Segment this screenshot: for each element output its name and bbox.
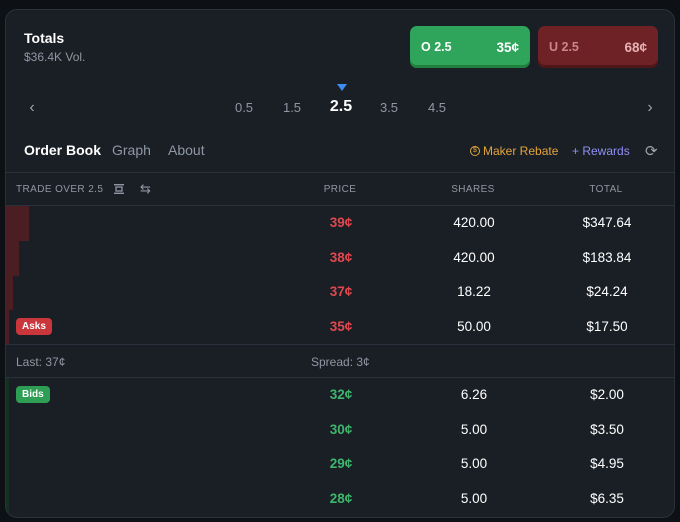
row-price: 35¢ — [329, 318, 353, 334]
asks-badge: Asks — [16, 317, 52, 335]
ask-row[interactable]: 37¢ 18.22 $24.24 — [6, 275, 674, 310]
under-label: U 2.5 — [549, 40, 579, 54]
depth-bar — [6, 240, 20, 276]
depth-bar — [6, 275, 13, 310]
depth-bar — [6, 412, 10, 448]
bid-row[interactable]: 28¢ 5.00 $6.35 — [6, 481, 674, 517]
row-price: 30¢ — [329, 421, 353, 437]
line-option[interactable]: 3.5 — [380, 100, 398, 115]
line-option[interactable]: 0.5 — [235, 100, 253, 115]
line-selector: ‹ 0.5 1.5 2.5 3.5 4.5 › — [6, 84, 674, 132]
refresh-icon[interactable]: ⟳ — [645, 142, 658, 160]
center-book-icon[interactable] — [112, 182, 126, 196]
row-shares: 18.22 — [457, 284, 491, 299]
row-total: $17.50 — [586, 318, 628, 334]
depth-bar — [6, 309, 10, 345]
market-header: Totals $36.4K Vol. O 2.5 35¢ U 2.5 68¢ — [6, 10, 674, 82]
ask-row[interactable]: 38¢ 420.00 $183.84 — [6, 240, 674, 276]
tab-graph[interactable]: Graph — [112, 142, 151, 158]
row-price: 29¢ — [329, 456, 353, 471]
ask-row[interactable]: 35¢ 50.00 $17.50 Asks — [6, 309, 674, 345]
market-title: Totals — [24, 30, 65, 46]
tab-bar: Order Book Graph About $ Maker Rebate + … — [6, 132, 674, 172]
row-total: $2.00 — [590, 387, 624, 402]
depth-bar — [6, 378, 10, 413]
row-price: 38¢ — [329, 249, 353, 265]
order-book-card: Totals $36.4K Vol. O 2.5 35¢ U 2.5 68¢ ‹… — [5, 9, 675, 518]
bid-row[interactable]: 29¢ 5.00 $4.95 — [6, 447, 674, 482]
row-total: $4.95 — [590, 456, 624, 471]
coin-icon: $ — [470, 146, 480, 156]
row-price: 37¢ — [329, 284, 353, 299]
swap-icon[interactable]: ⇆ — [140, 181, 151, 197]
price-column-header: PRICE — [323, 184, 357, 195]
row-shares: 420.00 — [453, 249, 495, 265]
chevron-right-icon[interactable]: › — [640, 98, 660, 118]
selected-line-caret-icon — [337, 84, 347, 91]
buy-over-button[interactable]: O 2.5 35¢ — [410, 26, 530, 68]
depth-bar — [6, 206, 30, 241]
chevron-left-icon[interactable]: ‹ — [22, 98, 42, 118]
total-column-header: TOTAL — [589, 184, 623, 195]
row-shares: 5.00 — [460, 456, 488, 471]
row-total: $347.64 — [582, 215, 632, 230]
line-option[interactable]: 1.5 — [283, 100, 301, 115]
depth-bar — [6, 481, 10, 517]
row-shares: 5.00 — [460, 490, 488, 506]
row-price: 28¢ — [329, 490, 353, 506]
row-shares: 50.00 — [457, 318, 491, 334]
trade-column-header: TRADE OVER 2.5 — [16, 184, 104, 195]
over-price: 35¢ — [496, 39, 519, 55]
market-volume: $36.4K Vol. — [24, 50, 86, 64]
buy-under-button[interactable]: U 2.5 68¢ — [538, 26, 658, 68]
depth-bar — [6, 447, 10, 482]
bids-badge: Bids — [16, 386, 50, 403]
last-price: Last: 37¢ — [16, 355, 66, 369]
spread-value: Spread: 3¢ — [311, 355, 370, 369]
shares-column-header: SHARES — [451, 184, 495, 195]
row-total: $6.35 — [590, 490, 624, 506]
under-price: 68¢ — [624, 39, 647, 55]
row-total: $24.24 — [586, 284, 628, 299]
tab-order-book[interactable]: Order Book — [24, 142, 101, 158]
row-shares: 6.26 — [460, 387, 488, 402]
order-book-header: TRADE OVER 2.5 ⇆ PRICE SHARES TOTAL — [6, 172, 674, 206]
row-price: 32¢ — [329, 387, 353, 402]
bid-row[interactable]: 30¢ 5.00 $3.50 — [6, 412, 674, 448]
row-shares: 5.00 — [460, 421, 488, 437]
line-option[interactable]: 4.5 — [428, 100, 446, 115]
rewards-link[interactable]: + Rewards — [572, 144, 630, 158]
over-label: O 2.5 — [421, 40, 452, 54]
row-price: 39¢ — [329, 215, 353, 230]
maker-rebate-link[interactable]: $ Maker Rebate — [470, 144, 558, 158]
spread-bar: Last: 37¢ Spread: 3¢ — [6, 344, 674, 378]
bid-row[interactable]: 32¢ 6.26 $2.00 Bids — [6, 378, 674, 413]
ask-row[interactable]: 39¢ 420.00 $347.64 — [6, 206, 674, 241]
row-total: $183.84 — [582, 249, 632, 265]
tab-about[interactable]: About — [168, 142, 205, 158]
line-option-selected[interactable]: 2.5 — [330, 98, 352, 116]
row-total: $3.50 — [590, 421, 624, 437]
maker-rebate-label: Maker Rebate — [483, 144, 559, 158]
row-shares: 420.00 — [453, 215, 495, 230]
